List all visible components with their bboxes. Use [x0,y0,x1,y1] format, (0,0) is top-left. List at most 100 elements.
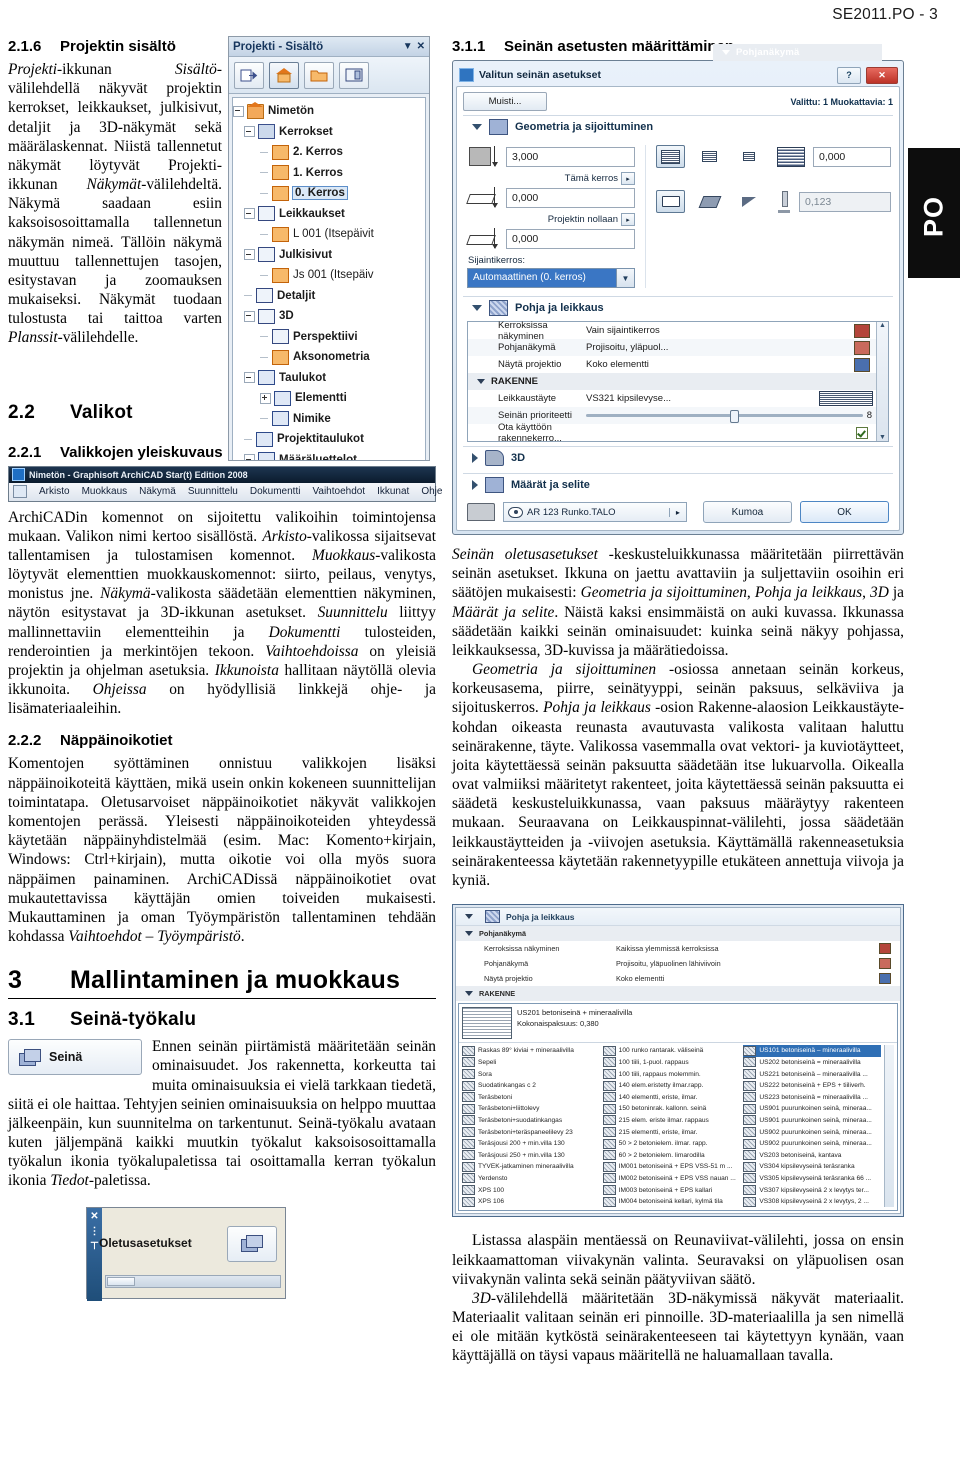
thickness-input[interactable]: 0,000 [813,146,891,167]
structure-list-item[interactable]: VS304 kipsilevyseinä teräsranka [743,1161,881,1173]
structure-list-item[interactable]: Teräsjousi 200 + min.villa 130 [462,1138,600,1150]
cancel-button[interactable]: Kumoa [702,501,792,523]
scroll-down-icon[interactable]: ▼ [879,434,886,441]
wall-height-input[interactable]: 3,000 [506,147,635,167]
layout-icon[interactable] [339,61,369,89]
setting-swatch-icon[interactable] [879,958,891,970]
chevron-right-icon[interactable] [472,480,478,490]
tree-item[interactable]: Taulukot [244,368,425,389]
structure-list-item[interactable]: 100 runko rantarak. väliseinä [602,1045,741,1057]
trapezoid-wall-icon[interactable] [695,145,724,168]
menu-item-dokumentti[interactable]: Dokumentti [250,486,301,497]
setting-swatch-icon[interactable] [879,943,891,955]
collapse-icon[interactable] [244,454,255,460]
tree-item[interactable]: Js 001 (Itsepäiv [260,265,425,286]
palette-tool-button[interactable] [227,1225,277,1262]
menu-item-nakyma[interactable]: Näkymä [139,486,176,497]
export-icon[interactable] [234,61,264,89]
menu-item-suunnittelu[interactable]: Suunnittelu [188,486,238,497]
wall-tool-button[interactable]: Seinä [8,1039,142,1076]
collapse-icon[interactable] [244,310,255,322]
structure-list-item[interactable]: IM003 betoniseinä + EPS kallari [602,1184,741,1196]
settings-row[interactable]: Näytä projektio Koko elementti [468,356,876,373]
secondary-value-input[interactable]: 0,123 [799,191,891,212]
picker-column-3[interactable]: US101 betoniseinä – mineraalivilla US202 … [743,1045,882,1207]
setting-swatch-icon[interactable] [879,973,891,985]
curved-ref-icon[interactable] [734,190,763,213]
structure-list-item[interactable]: IM001 betoniseinä + EPS VSS-51 m ... [602,1161,741,1173]
chevron-right-icon[interactable]: ▸ [668,507,686,517]
structure-list-item[interactable]: US902 puurunkoinen seinä, mineraa... [743,1138,881,1150]
picker-setting-row[interactable]: Kerroksissa näkyminen Kaikissa ylemmissä … [456,941,900,956]
tree-item[interactable]: Nimetön [233,101,425,122]
collapse-icon[interactable] [244,249,255,261]
section-header-3d[interactable]: 3D [463,446,893,469]
polygon-wall-icon[interactable] [734,145,763,168]
enable-checkbox[interactable] [856,426,868,439]
tree-item[interactable]: 1. Kerros [260,163,425,184]
structure-list-item[interactable]: Raskas 89° kiviai + mineraalivilla [462,1045,600,1057]
picker-setting-row[interactable]: Näytä projektio Koko elementti [456,971,900,986]
structure-list-item[interactable]: 140 elementti, eriste, ilmar. [602,1091,741,1103]
structure-list-item[interactable]: US222 betoniseinä + EPS + tiiliverh. [743,1080,881,1092]
chevron-down-icon[interactable] [465,991,473,997]
close-icon[interactable]: ✕ [417,41,425,52]
memory-button[interactable]: Muisti... [463,92,547,111]
picker-setting-row[interactable]: RAKENNE [456,986,900,1002]
tree-item[interactable]: 0. Kerros [260,183,425,204]
chevron-right-icon[interactable] [472,453,478,463]
structure-list-item[interactable]: 100 tiili, 1-puol. rappaus [602,1057,741,1069]
menu-item-vaihtoehdot[interactable]: Vaihtoehdot [312,486,365,497]
picker-scrollbar[interactable] [884,1045,895,1208]
structure-list-item[interactable]: Teräsbetoni [462,1091,600,1103]
chevron-down-icon[interactable] [477,379,485,384]
collapse-icon[interactable] [244,208,255,220]
structure-list-item[interactable]: 100 tiili, rappaus molemmin. [602,1068,741,1080]
scroll-up-icon[interactable]: ▲ [879,322,886,329]
menu-item-ohje[interactable]: Ohje [421,486,442,497]
structure-list-item[interactable]: US902 puurunkoinen seinä, mineraa... [743,1126,881,1138]
chevron-down-icon[interactable] [472,305,482,311]
slider-track[interactable] [586,410,863,423]
setting-swatch-icon[interactable] [854,340,870,355]
settings-row[interactable]: Ota käyttöön rakennekerro... [468,422,876,444]
picker-setting-row[interactable]: Pohjanäkymä [456,926,900,942]
structure-list-item[interactable]: 60 > 2 betonielem. limarodilla [602,1149,741,1161]
straight-ref-icon[interactable] [656,190,685,213]
tree-item[interactable]: Detaljit [244,286,425,307]
structure-list-item[interactable]: US101 betoniseinä – mineraalivilla [743,1045,882,1057]
section-header-plan-section[interactable]: Pohja ja leikkaus [463,296,893,319]
folder-icon[interactable] [304,61,334,89]
tree-item[interactable]: L 001 (Itsepäivit [260,224,425,245]
project-house-icon[interactable] [269,61,299,89]
structure-list-item[interactable]: Teräsbetoni+teräspaneelilevy 23 [462,1126,600,1138]
drag-dots-icon[interactable]: ⋮ [90,1226,100,1237]
ok-button[interactable]: OK [799,501,889,523]
section-header-geometry[interactable]: Geometria ja sijoittuminen [463,115,893,138]
picker-setting-row[interactable]: Pohjanäkymä Projisoitu, yläpuolinen lähiv… [456,956,900,971]
menu-item-ikkunat[interactable]: Ikkunat [377,486,409,497]
structure-list-item[interactable]: Teräsbetoni+liittolevy [462,1103,600,1115]
palette-scrollbar[interactable] [105,1274,281,1288]
structure-list-item[interactable]: US221 betoniseinä – mineraalivilla ... [743,1068,881,1080]
system-menu-icon[interactable] [13,485,27,499]
menu-item-muokkaus[interactable]: Muokkaus [82,486,128,497]
project-offset-input[interactable]: 0,000 [506,229,635,249]
palette-grip[interactable]: ✕ ⋮ ⊤ [87,1207,102,1301]
structure-list-item[interactable]: TYVEK-jatkaminen mineraalivilla [462,1161,600,1173]
structure-picker[interactable]: US201 betoniseinä + mineraalivilla Kokon… [458,1003,898,1212]
picker-column-2[interactable]: 100 runko rantarak. väliseinä 100 tiili, … [602,1045,741,1207]
priority-slider[interactable]: 8 [586,410,876,423]
structure-list-item[interactable]: VS305 kipsilevyseinä teräsranka 66 ... [743,1173,881,1185]
structure-list-item[interactable]: Teräsjousi 250 + min.villa 130 [462,1149,600,1161]
structure-list-item[interactable]: Sora [462,1068,600,1080]
straight-wall-icon[interactable] [656,145,685,168]
setting-swatch-icon[interactable] [854,357,870,372]
tree-item[interactable]: 3D [244,306,425,327]
close-icon[interactable]: ✕ [866,66,898,84]
tree-item[interactable]: Nimike [260,409,425,430]
plan-section-list[interactable]: Pohjanäkymä Kerroksissa näkyminen Vain sij… [467,44,889,444]
settings-row[interactable]: Leikkaustäyte VS321 kipsilevyse... [468,390,876,407]
collapse-icon[interactable] [244,126,255,138]
structure-list-item[interactable]: XPS 106 [462,1196,600,1208]
